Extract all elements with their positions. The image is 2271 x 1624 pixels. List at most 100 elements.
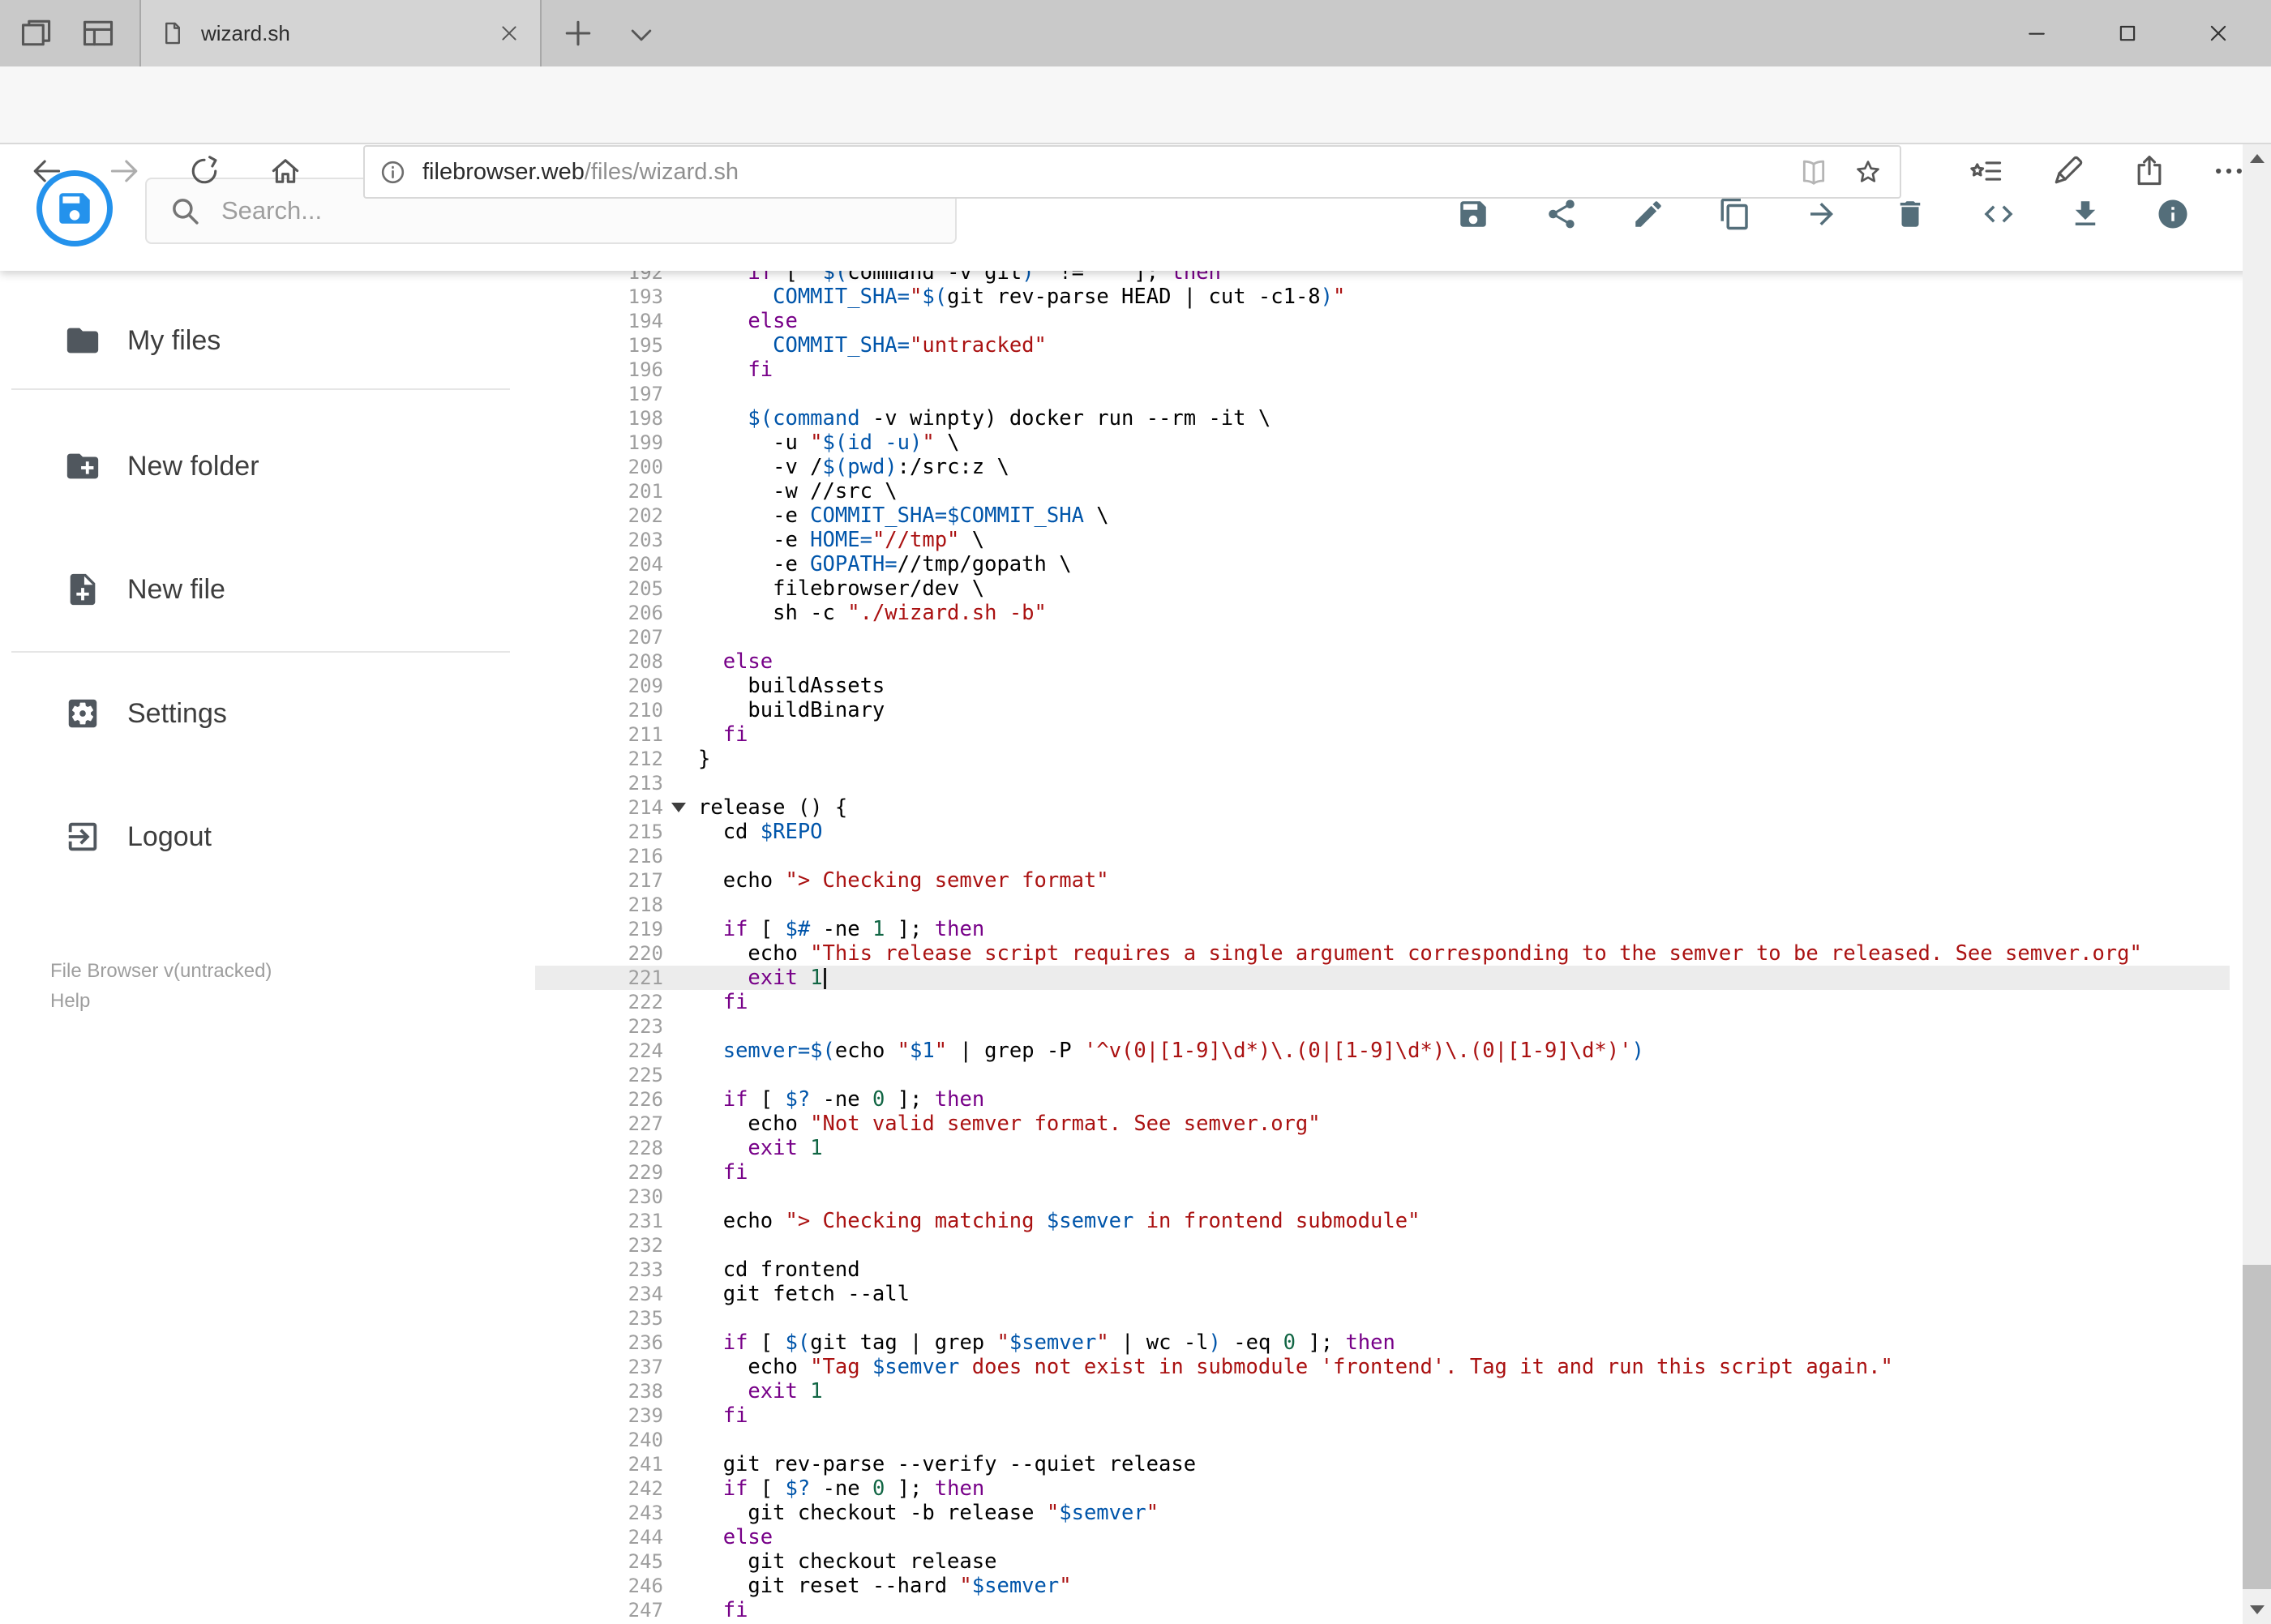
code-line[interactable]: 200 -v /$(pwd):/src:z \ xyxy=(535,455,2230,479)
code-line[interactable]: 194 else xyxy=(535,309,2230,333)
code-line[interactable]: 240 xyxy=(535,1428,2230,1452)
line-number[interactable]: 228 xyxy=(535,1136,663,1160)
line-number[interactable]: 247 xyxy=(535,1598,663,1622)
line-number[interactable]: 230 xyxy=(535,1185,663,1209)
line-number[interactable]: 195 xyxy=(535,333,663,358)
code-line[interactable]: 231 echo "> Checking matching $semver in… xyxy=(535,1209,2230,1233)
code-line[interactable]: 220 echo "This release script requires a… xyxy=(535,941,2230,966)
sidebar-item-logout[interactable]: Logout xyxy=(0,811,521,863)
line-number[interactable]: 213 xyxy=(535,771,663,795)
close-tab-icon[interactable] xyxy=(498,22,521,45)
move-icon[interactable] xyxy=(1805,197,1839,231)
maximize-button[interactable] xyxy=(2084,0,2171,66)
code-line[interactable]: 239 fi xyxy=(535,1403,2230,1428)
sidebar-item-settings[interactable]: Settings xyxy=(0,688,521,739)
code-line[interactable]: 233 cd frontend xyxy=(535,1258,2230,1282)
line-number[interactable]: 209 xyxy=(535,674,663,698)
code-line[interactable]: 209 buildAssets xyxy=(535,674,2230,698)
line-number[interactable]: 207 xyxy=(535,625,663,649)
line-number[interactable]: 205 xyxy=(535,576,663,601)
line-number[interactable]: 214 xyxy=(535,795,663,820)
code-line[interactable]: 208 else xyxy=(535,649,2230,674)
line-number[interactable]: 219 xyxy=(535,917,663,941)
switch-view-icon[interactable] xyxy=(1982,197,2016,231)
line-number[interactable]: 208 xyxy=(535,649,663,674)
line-number[interactable]: 246 xyxy=(535,1574,663,1598)
code-line[interactable]: 203 -e HOME="//tmp" \ xyxy=(535,528,2230,552)
line-number[interactable]: 229 xyxy=(535,1160,663,1185)
code-line[interactable]: 222 fi xyxy=(535,990,2230,1014)
line-number[interactable]: 194 xyxy=(535,309,663,333)
sidebar-item-my-files[interactable]: My files xyxy=(0,315,521,366)
line-number[interactable]: 225 xyxy=(535,1063,663,1087)
line-number[interactable]: 238 xyxy=(535,1379,663,1403)
line-number[interactable]: 202 xyxy=(535,503,663,528)
line-number[interactable]: 245 xyxy=(535,1549,663,1574)
line-number[interactable]: 197 xyxy=(535,382,663,406)
line-number[interactable]: 200 xyxy=(535,455,663,479)
scrollbar-thumb[interactable] xyxy=(2243,1265,2271,1589)
scroll-up-button[interactable] xyxy=(2243,144,2271,173)
line-number[interactable]: 239 xyxy=(535,1403,663,1428)
code-line[interactable]: 206 sh -c "./wizard.sh -b" xyxy=(535,601,2230,625)
line-number[interactable]: 221 xyxy=(535,966,663,990)
hub-favorites-icon[interactable] xyxy=(1969,153,2005,189)
code-line[interactable]: 246 git reset --hard "$semver" xyxy=(535,1574,2230,1598)
scroll-down-button[interactable] xyxy=(2243,1596,2271,1624)
browser-tab[interactable]: wizard.sh xyxy=(139,0,542,66)
code-line[interactable]: 210 buildBinary xyxy=(535,698,2230,722)
line-number[interactable]: 226 xyxy=(535,1087,663,1112)
line-number[interactable]: 206 xyxy=(535,601,663,625)
page-info-icon[interactable] xyxy=(378,157,408,187)
line-number[interactable]: 216 xyxy=(535,844,663,868)
line-number[interactable]: 237 xyxy=(535,1355,663,1379)
code-line[interactable]: 221 exit 1 xyxy=(535,966,2230,990)
refresh-icon[interactable] xyxy=(186,153,222,189)
code-line[interactable]: 211 fi xyxy=(535,722,2230,747)
code-line[interactable]: 247 fi xyxy=(535,1598,2230,1622)
more-options-icon[interactable] xyxy=(2211,153,2247,189)
code-line[interactable]: 227 echo "Not valid semver format. See s… xyxy=(535,1112,2230,1136)
code-line[interactable]: 230 xyxy=(535,1185,2230,1209)
search-input[interactable] xyxy=(221,196,955,225)
line-number[interactable]: 220 xyxy=(535,941,663,966)
code-line[interactable]: 216 xyxy=(535,844,2230,868)
web-note-pen-icon[interactable] xyxy=(2050,153,2085,189)
line-number[interactable]: 243 xyxy=(535,1501,663,1525)
code-line[interactable]: 213 xyxy=(535,771,2230,795)
home-icon[interactable] xyxy=(268,153,303,189)
tab-preview-icon[interactable] xyxy=(80,15,116,51)
sidebar-item-new-folder[interactable]: New folder xyxy=(0,440,521,492)
tabs-set-aside-icon[interactable] xyxy=(19,15,54,51)
code-line[interactable]: 232 xyxy=(535,1233,2230,1258)
code-line[interactable]: 219 if [ $# -ne 1 ]; then xyxy=(535,917,2230,941)
code-line[interactable]: 195 COMMIT_SHA="untracked" xyxy=(535,333,2230,358)
reading-view-icon[interactable] xyxy=(1798,156,1830,188)
line-number[interactable]: 199 xyxy=(535,431,663,455)
page-scrollbar[interactable] xyxy=(2243,144,2271,1624)
new-tab-icon[interactable] xyxy=(560,15,596,51)
line-number[interactable]: 224 xyxy=(535,1039,663,1063)
line-number[interactable]: 217 xyxy=(535,868,663,893)
line-number[interactable]: 201 xyxy=(535,479,663,503)
line-number[interactable]: 203 xyxy=(535,528,663,552)
code-line[interactable]: 234 git fetch --all xyxy=(535,1282,2230,1306)
address-bar[interactable]: filebrowser.web/files/wizard.sh xyxy=(363,145,1901,199)
line-number[interactable]: 241 xyxy=(535,1452,663,1476)
code-line[interactable]: 202 -e COMMIT_SHA=$COMMIT_SHA \ xyxy=(535,503,2230,528)
favorite-star-icon[interactable] xyxy=(1853,156,1883,187)
code-line[interactable]: 217 echo "> Checking semver format" xyxy=(535,868,2230,893)
code-line[interactable]: 207 xyxy=(535,625,2230,649)
line-number[interactable]: 244 xyxy=(535,1525,663,1549)
line-number[interactable]: 211 xyxy=(535,722,663,747)
code-line[interactable]: 212} xyxy=(535,747,2230,771)
line-number[interactable]: 223 xyxy=(535,1014,663,1039)
code-line[interactable]: 243 git checkout -b release "$semver" xyxy=(535,1501,2230,1525)
code-editor[interactable]: 192 if [ "$(command -v git)" != "" ]; th… xyxy=(535,144,2230,1624)
line-number[interactable]: 204 xyxy=(535,552,663,576)
help-link[interactable]: Help xyxy=(50,986,272,1016)
tab-list-chevron-icon[interactable] xyxy=(625,19,658,51)
download-icon[interactable] xyxy=(2068,197,2102,231)
code-line[interactable]: 215 cd $REPO xyxy=(535,820,2230,844)
code-line[interactable]: 193 COMMIT_SHA="$(git rev-parse HEAD | c… xyxy=(535,285,2230,309)
